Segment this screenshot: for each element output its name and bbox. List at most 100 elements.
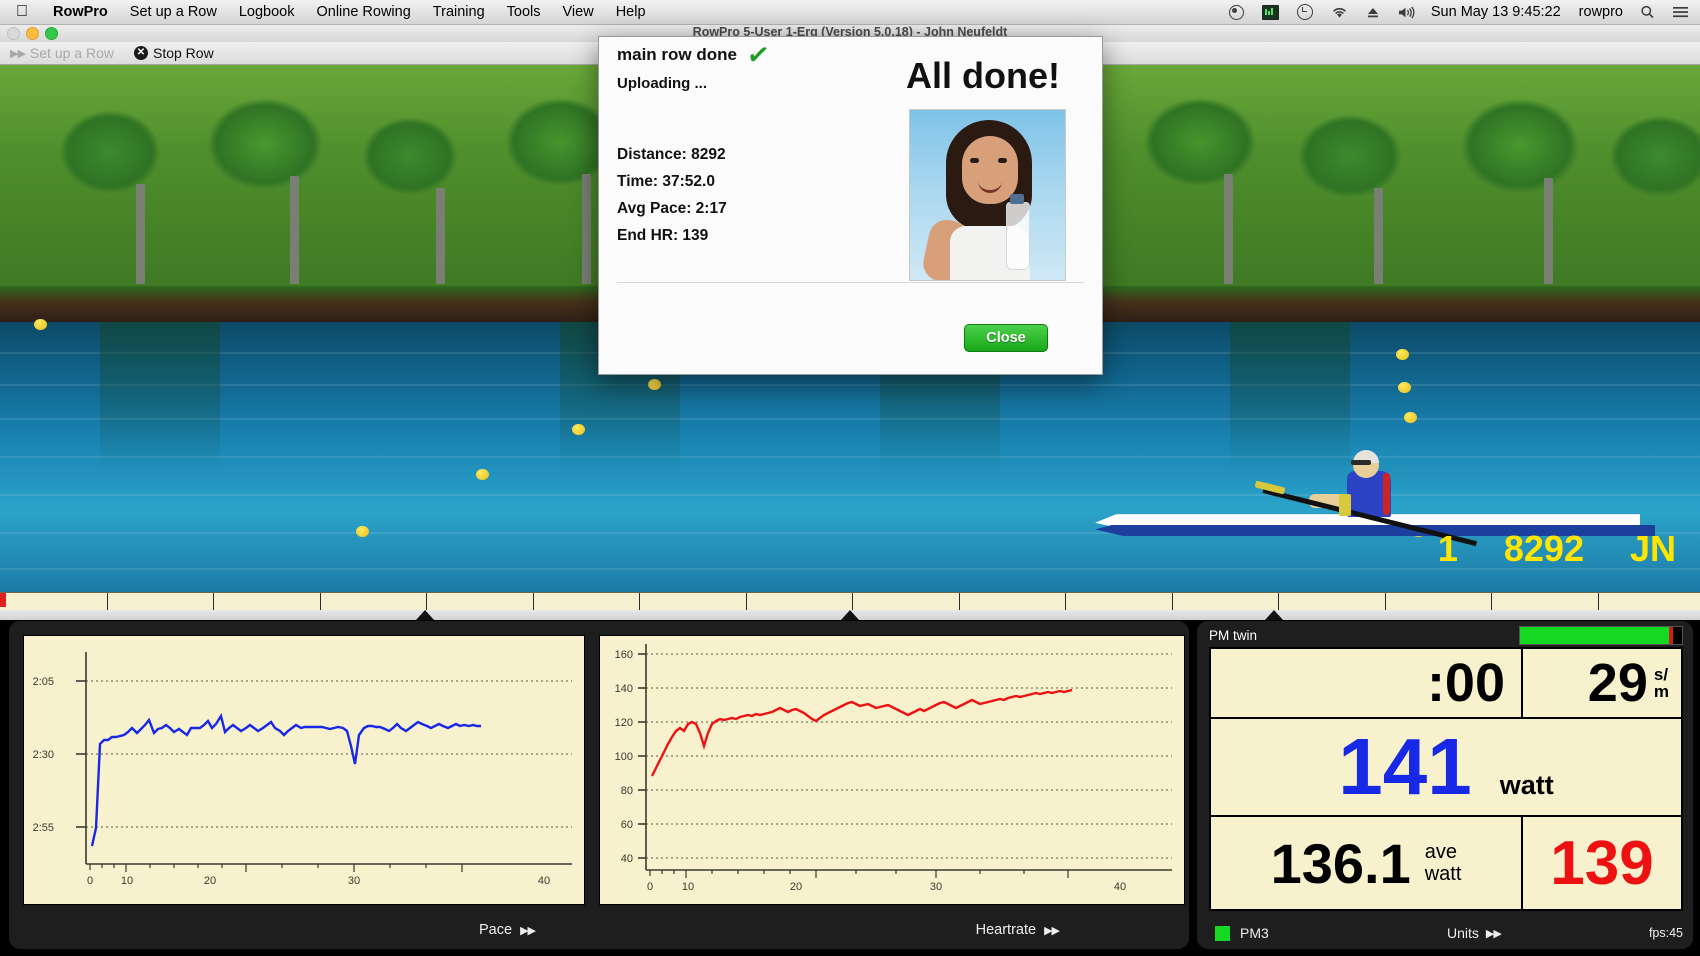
svg-text:30: 30 [930, 881, 942, 893]
tree-reflection [100, 322, 220, 472]
setup-a-row-button[interactable]: ▶▶ Set up a Row [0, 45, 124, 61]
stop-x-icon: ✕ [133, 46, 148, 60]
search-icon[interactable] [1631, 5, 1664, 19]
pm-stroke-rate-cell[interactable]: 29 s/ m [1522, 648, 1682, 718]
rower-sunglasses [1351, 460, 1371, 465]
tree-trunk [136, 184, 145, 284]
celebration-photo [909, 109, 1066, 281]
eject-icon[interactable] [1357, 6, 1389, 19]
pm-progress-cursor [1669, 627, 1674, 644]
pm-avg-label-top: ave [1424, 841, 1457, 863]
pm-avg-watts-cell[interactable]: 136.1 ave watt [1210, 816, 1522, 910]
dialog-title: main row done [617, 45, 737, 64]
dialog-divider [617, 282, 1084, 283]
time-machine-icon[interactable] [1288, 4, 1322, 20]
pm-fps-label: fps:45 [1648, 926, 1683, 940]
record-icon[interactable] [1220, 4, 1253, 20]
start-marker [0, 593, 6, 607]
stat-avg-pace: Avg Pace: 2:17 [617, 200, 727, 217]
menu-item-online-rowing[interactable]: Online Rowing [305, 4, 421, 20]
rower-jersey-stripe [1383, 473, 1390, 515]
tree-trunk [582, 174, 591, 284]
oar-rigger [1339, 494, 1351, 516]
svg-text:40: 40 [538, 875, 550, 887]
menu-item-tools[interactable]: Tools [496, 4, 552, 20]
lane-buoy [572, 424, 585, 435]
pm-watts-unit: watt [1499, 770, 1554, 800]
display-icon[interactable] [1253, 4, 1288, 20]
dialog-headline: All done! [906, 55, 1060, 96]
fast-forward-icon: ▶▶ [1044, 924, 1060, 937]
svg-text:100: 100 [615, 751, 633, 763]
lane-buoy [476, 469, 489, 480]
pm-split-time: :00 [1426, 653, 1505, 713]
pm-units-label: Units [1447, 925, 1479, 941]
svg-text:20: 20 [790, 881, 802, 893]
boat-position-marker [1265, 610, 1283, 620]
heartrate-label: Heartrate [975, 922, 1037, 938]
pm-connection-indicator [1215, 925, 1230, 941]
pm-footer: PM3 Units ▶▶ fps:45 [1197, 919, 1693, 947]
pace-footer-button[interactable]: Pace ▶▶ [479, 922, 536, 938]
menubar-clock[interactable]: Sun May 13 9:45:22 [1425, 4, 1571, 20]
pm-stroke-rate-unit-bottom: m [1653, 682, 1669, 701]
svg-text:2:55: 2:55 [33, 822, 54, 834]
photo-eye [970, 158, 979, 163]
pm-readout-grid: :00 29 s/ m 141 watt 136.1 ave watt 139 [1209, 647, 1683, 911]
stat-time: Time: 37:52.0 [617, 173, 715, 190]
lane-buoy [1396, 349, 1409, 360]
tree-trunk [436, 188, 445, 284]
fast-forward-icon: ▶▶ [1485, 927, 1502, 940]
menu-item-rowpro[interactable]: RowPro [42, 4, 119, 20]
svg-text:40: 40 [1114, 881, 1126, 893]
menubar-user[interactable]: rowpro [1571, 4, 1631, 20]
hud-lane: 1 [1437, 528, 1458, 569]
menu-item-training[interactable]: Training [422, 4, 496, 20]
pm-units-button[interactable]: Units ▶▶ [1447, 925, 1502, 941]
svg-text:0: 0 [87, 875, 93, 887]
svg-text:2:30: 2:30 [33, 749, 54, 761]
pm-heartrate-cell[interactable]: 139 [1522, 816, 1682, 910]
lane-buoy [648, 379, 661, 390]
photo-bottle-cap [1010, 194, 1024, 204]
svg-text:160: 160 [615, 649, 633, 661]
app-root:  RowPro Set up a Row Logbook Online Row… [0, 0, 1700, 956]
lane-buoy [1398, 382, 1411, 393]
hud-initials: JN [1629, 528, 1676, 569]
svg-text:0: 0 [647, 881, 653, 893]
pm-panel: PM twin :00 29 s/ m 141 watt 136.1 ave w… [1196, 620, 1694, 950]
menu-item-setup-a-row[interactable]: Set up a Row [119, 4, 228, 20]
apple-icon[interactable]:  [16, 4, 28, 20]
heartrate-footer-button[interactable]: Heartrate ▶▶ [975, 922, 1060, 938]
stop-row-button[interactable]: ✕ Stop Row [124, 45, 224, 61]
menu-item-help[interactable]: Help [605, 4, 657, 20]
hud-distance: 8292 [1503, 528, 1584, 569]
photo-water-bottle [1006, 202, 1030, 270]
pace-chart[interactable]: 2:05 2:30 2:55 0 10 20 30 40 [23, 635, 585, 905]
pm-split-time-cell[interactable]: :00 [1210, 648, 1522, 718]
stat-distance: Distance: 8292 [617, 146, 726, 163]
scene-hud: 1 8292 JN [1438, 528, 1676, 570]
pm-header-label: PM twin [1209, 627, 1258, 643]
control-center-icon[interactable] [1664, 6, 1700, 18]
pm-avg-label-bottom: watt [1424, 863, 1462, 885]
close-button[interactable]: Close [964, 324, 1048, 352]
boat-position-marker [841, 610, 859, 620]
wifi-icon[interactable] [1322, 6, 1357, 19]
volume-icon[interactable] [1389, 5, 1425, 19]
tree-trunk [1544, 178, 1553, 284]
pm-device-label: PM3 [1240, 925, 1269, 941]
macos-menubar:  RowPro Set up a Row Logbook Online Row… [0, 0, 1700, 25]
heartrate-chart[interactable]: 160 140 120 100 80 60 40 0 10 20 30 40 [599, 635, 1185, 905]
menu-item-logbook[interactable]: Logbook [228, 4, 306, 20]
lane-buoy [356, 526, 369, 537]
menu-item-view[interactable]: View [552, 4, 605, 20]
svg-text:140: 140 [615, 683, 633, 695]
boat-position-marker [416, 610, 434, 620]
pm-watts-cell[interactable]: 141 watt [1210, 718, 1682, 816]
setup-a-row-label: Set up a Row [29, 45, 114, 61]
course-progress-strip[interactable] [0, 592, 1700, 611]
svg-text:80: 80 [621, 785, 633, 797]
svg-text:30: 30 [348, 875, 360, 887]
heartrate-chart-svg: 160 140 120 100 80 60 40 0 10 20 30 40 [615, 644, 1172, 893]
